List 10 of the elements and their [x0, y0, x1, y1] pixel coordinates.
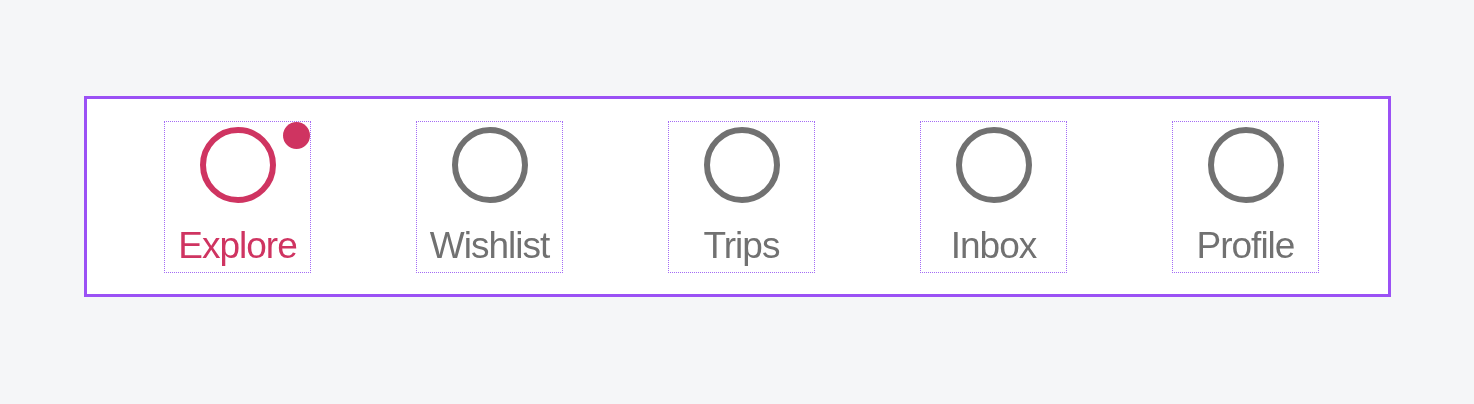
circle-icon	[702, 125, 781, 204]
circle-icon	[198, 125, 277, 204]
tab-item[interactable]: Inbox	[920, 120, 1067, 273]
circle-icon	[450, 125, 529, 204]
tab-item[interactable]: Trips	[668, 120, 815, 273]
circle-icon	[954, 125, 1033, 204]
tab-item[interactable]: Profile	[1172, 120, 1319, 273]
circle-icon	[1206, 125, 1285, 204]
tab-item[interactable]: Explore	[164, 120, 311, 273]
tab-item[interactable]: Wishlist	[416, 120, 563, 273]
